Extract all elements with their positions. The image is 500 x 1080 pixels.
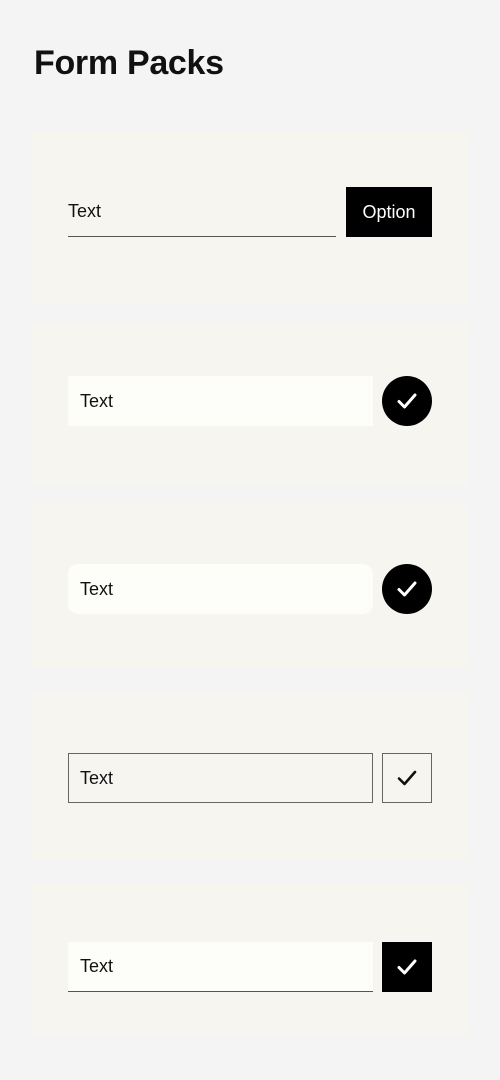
check-icon xyxy=(397,393,417,409)
text-input-filled-underline[interactable]: Text xyxy=(68,942,373,992)
form-pack-card-3: Text xyxy=(32,504,468,668)
page-title: Form Packs xyxy=(34,44,224,82)
text-input-outlined[interactable]: Text xyxy=(68,753,373,803)
form-pack-card-1: Text Option xyxy=(32,132,468,304)
input-value: Text xyxy=(80,390,114,411)
check-icon xyxy=(397,581,417,597)
form-packs-page: Form Packs Text Option Text Text Text Te… xyxy=(0,0,500,1080)
input-value: Text xyxy=(80,767,114,788)
check-icon xyxy=(397,770,417,786)
option-button[interactable]: Option xyxy=(346,187,432,237)
form-pack-card-2: Text xyxy=(32,322,468,486)
form-pack-card-5: Text xyxy=(32,884,468,1034)
input-value: Text xyxy=(80,956,114,976)
input-value: Text xyxy=(68,201,102,221)
submit-check-button[interactable] xyxy=(382,753,432,803)
submit-check-button[interactable] xyxy=(382,564,432,614)
submit-check-button[interactable] xyxy=(382,376,432,426)
check-icon xyxy=(397,959,417,975)
input-value: Text xyxy=(80,578,114,599)
submit-check-button[interactable] xyxy=(382,942,432,992)
text-input-filled[interactable]: Text xyxy=(68,376,373,426)
form-pack-card-4: Text xyxy=(32,694,468,860)
text-input-rounded[interactable]: Text xyxy=(68,564,373,614)
text-input-underline[interactable]: Text xyxy=(68,187,336,237)
